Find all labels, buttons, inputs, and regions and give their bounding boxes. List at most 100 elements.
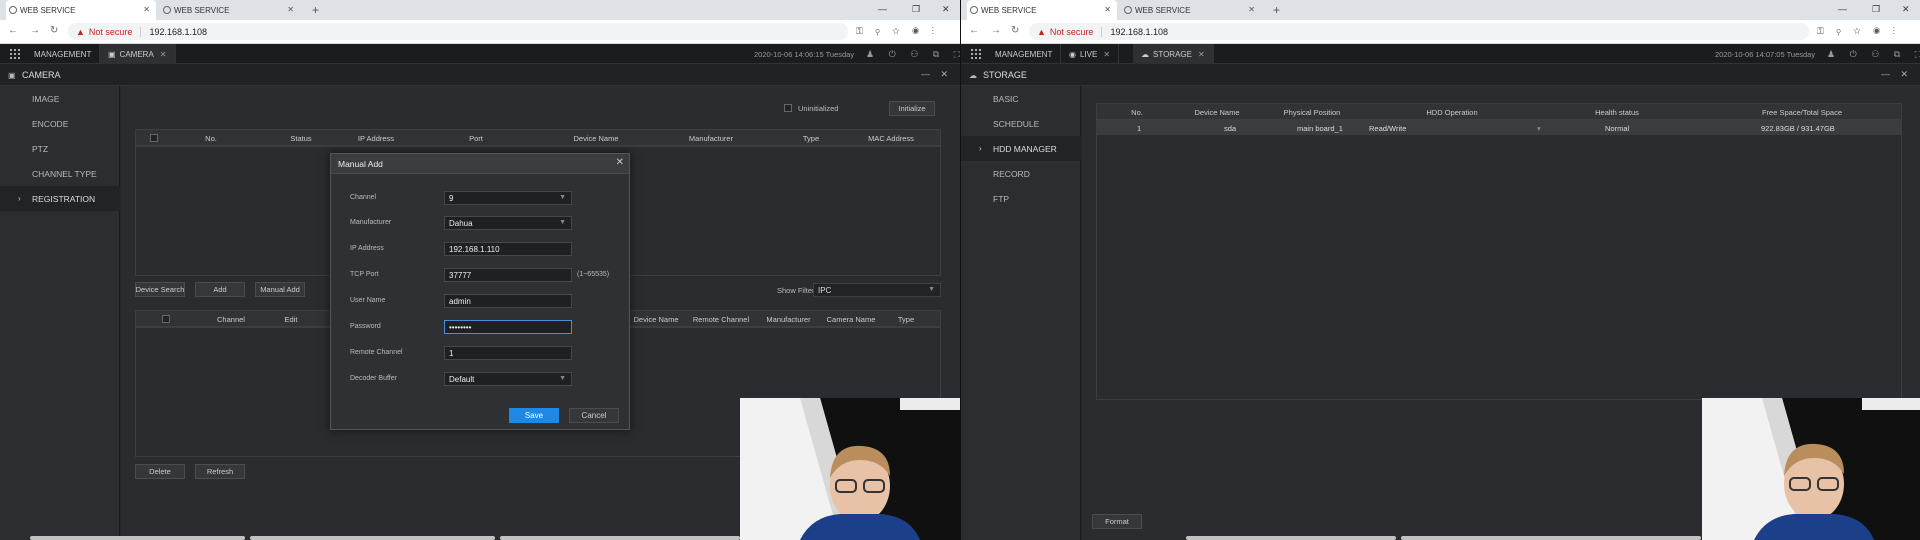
maximize-icon[interactable]: ❐ bbox=[912, 4, 920, 15]
forward-icon[interactable]: → bbox=[991, 25, 1001, 36]
scrollbar-left[interactable] bbox=[1186, 536, 1396, 540]
close-icon[interactable]: ✕ bbox=[1198, 50, 1205, 59]
select-all-checkbox[interactable] bbox=[162, 315, 170, 323]
camera-icon: ▣ bbox=[8, 71, 16, 80]
back-icon[interactable]: ← bbox=[969, 25, 979, 36]
sidebar-item-image[interactable]: IMAGE bbox=[0, 86, 120, 111]
forward-icon[interactable]: → bbox=[30, 25, 40, 36]
channel-select[interactable]: 9 ▼ bbox=[444, 191, 572, 205]
close-window-icon[interactable]: ✕ bbox=[942, 4, 950, 15]
url-field[interactable]: ▲ Not secure 192.168.1.108 bbox=[68, 23, 848, 40]
reload-icon[interactable]: ↻ bbox=[50, 25, 58, 36]
format-button[interactable]: Format bbox=[1092, 514, 1142, 529]
delete-button[interactable]: Delete bbox=[135, 464, 185, 479]
manufacturer-select[interactable]: Dahua ▼ bbox=[444, 216, 572, 230]
tab-management[interactable]: MANAGEMENT bbox=[26, 44, 101, 64]
column-header: Manufacturer bbox=[688, 134, 734, 143]
reload-icon[interactable]: ↻ bbox=[1011, 25, 1019, 36]
url-field[interactable]: ▲ Not secure 192.168.1.108 bbox=[1029, 23, 1809, 40]
uninitialized-checkbox[interactable] bbox=[784, 104, 792, 112]
remote-channel-field[interactable]: 1 bbox=[444, 346, 572, 360]
cancel-button[interactable]: Cancel bbox=[569, 408, 619, 423]
tab-live[interactable]: ◉ LIVE ✕ bbox=[1061, 44, 1120, 64]
divider bbox=[1101, 26, 1103, 37]
back-icon[interactable]: ← bbox=[8, 25, 18, 36]
table-row[interactable]: 1 sda main board_1 Read/Write ▾ Normal 9… bbox=[1097, 121, 1901, 135]
sidebar-item-registration[interactable]: › REGISTRATION bbox=[0, 186, 120, 211]
app-topbar: MANAGEMENT ◉ LIVE ✕ ☁ STORAGE ✕ 2020-10-… bbox=[961, 44, 1920, 64]
toolbar-icons[interactable]: ♟ ⏻ ⚇ ⧉ ⛶ bbox=[1827, 49, 1920, 60]
ip-address-label: IP Address bbox=[350, 245, 384, 252]
sidebar-item-record[interactable]: RECORD bbox=[961, 161, 1081, 186]
sidebar-item-ftp[interactable]: FTP bbox=[961, 186, 1081, 211]
show-filter-select[interactable]: IPC ▼ bbox=[813, 283, 941, 297]
tab-management[interactable]: MANAGEMENT bbox=[987, 44, 1062, 64]
tab-camera[interactable]: ▣ CAMERA ✕ bbox=[100, 44, 176, 64]
dialog-title: Manual Add bbox=[338, 158, 383, 169]
decoder-buffer-label: Decoder Buffer bbox=[350, 375, 397, 382]
cell-hdd-operation[interactable]: Read/Write bbox=[1369, 124, 1406, 133]
scrollbar-left[interactable] bbox=[30, 536, 245, 540]
close-icon[interactable]: ✕ bbox=[1103, 50, 1110, 59]
user-name-field[interactable]: admin bbox=[444, 294, 572, 308]
button-label: Device Search bbox=[135, 285, 185, 294]
sidebar-item-channel-type[interactable]: CHANNEL TYPE bbox=[0, 161, 120, 186]
dialog-titlebar: Manual Add ✕ bbox=[331, 154, 629, 174]
close-icon[interactable]: ✕ bbox=[143, 5, 150, 14]
minimize-icon[interactable]: — bbox=[1838, 4, 1847, 14]
device-search-table-header: No. Status IP Address Port Device Name M… bbox=[135, 129, 941, 146]
sidebar: BASIC SCHEDULE › HDD MANAGER RECORD FTP bbox=[961, 86, 1081, 540]
ip-address-field[interactable]: 192.168.1.110 bbox=[444, 242, 572, 256]
browser-tab-1[interactable]: WEB SERVICE ✕ bbox=[967, 0, 1117, 20]
close-window-icon[interactable]: ✕ bbox=[1902, 4, 1910, 15]
scrollbar-middle[interactable] bbox=[250, 536, 495, 540]
column-header: Type bbox=[897, 315, 915, 324]
decoder-buffer-select[interactable]: Default ▼ bbox=[444, 372, 572, 386]
close-icon[interactable]: ✕ bbox=[1248, 5, 1255, 14]
browser-tab-2[interactable]: WEB SERVICE ✕ bbox=[160, 0, 300, 20]
sidebar-item-ptz[interactable]: PTZ bbox=[0, 136, 120, 161]
scrollbar-right[interactable] bbox=[1401, 536, 1701, 540]
sidebar-item-schedule[interactable]: SCHEDULE bbox=[961, 111, 1081, 136]
column-header: Type bbox=[802, 134, 820, 143]
hdd-table-body: 1 sda main board_1 Read/Write ▾ Normal 9… bbox=[1096, 120, 1902, 400]
window-controls[interactable]: — ✕ bbox=[1881, 69, 1912, 80]
browser-action-icons[interactable]: ⚿ ⚲ ☆ ◉ ⋮ bbox=[1817, 26, 1900, 37]
manual-add-button[interactable]: Manual Add bbox=[255, 282, 305, 297]
add-button[interactable]: Add bbox=[195, 282, 245, 297]
close-icon[interactable]: ✕ bbox=[287, 5, 294, 14]
browser-tab-1[interactable]: WEB SERVICE ✕ bbox=[6, 0, 156, 20]
refresh-button[interactable]: Refresh bbox=[195, 464, 245, 479]
minimize-icon[interactable]: — bbox=[878, 4, 887, 14]
address-bar: ← → ↻ ▲ Not secure 192.168.1.108 ⚿ ⚲ ☆ ◉… bbox=[0, 20, 960, 44]
new-tab-icon[interactable]: + bbox=[1273, 3, 1280, 17]
cell-health-status: Normal bbox=[1605, 124, 1630, 133]
scrollbar-right[interactable] bbox=[500, 536, 740, 540]
sidebar-item-encode[interactable]: ENCODE bbox=[0, 111, 120, 136]
tab-title: WEB SERVICE bbox=[20, 5, 76, 15]
field-value: 192.168.1.110 bbox=[449, 244, 500, 254]
sidebar-item-basic[interactable]: BASIC bbox=[961, 86, 1081, 111]
field-value: 37777 bbox=[449, 270, 472, 280]
maximize-icon[interactable]: ❐ bbox=[1872, 4, 1880, 15]
select-all-checkbox[interactable] bbox=[150, 134, 158, 142]
tab-storage[interactable]: ☁ STORAGE ✕ bbox=[1133, 44, 1214, 64]
device-search-button[interactable]: Device Search bbox=[135, 282, 185, 297]
close-icon[interactable]: ✕ bbox=[616, 157, 624, 168]
chevron-right-icon: › bbox=[18, 194, 21, 203]
sidebar-item-hdd-manager[interactable]: › HDD MANAGER bbox=[961, 136, 1081, 161]
menu-grid-icon[interactable] bbox=[10, 49, 20, 59]
initialize-button[interactable]: Initialize bbox=[889, 101, 935, 116]
tcp-port-field[interactable]: 37777 bbox=[444, 268, 572, 282]
column-header: Free Space/Total Space bbox=[1761, 108, 1843, 117]
password-field[interactable]: •••••••• bbox=[444, 320, 572, 334]
window-controls[interactable]: — ✕ bbox=[921, 69, 952, 80]
toolbar-icons[interactable]: ♟ ⏻ ⚇ ⧉ ⛶ bbox=[866, 49, 960, 60]
browser-action-icons[interactable]: ⚿ ⚲ ☆ ◉ ⋮ bbox=[856, 26, 939, 37]
close-icon[interactable]: ✕ bbox=[160, 50, 167, 59]
browser-tab-2[interactable]: WEB SERVICE ✕ bbox=[1121, 0, 1261, 20]
menu-grid-icon[interactable] bbox=[971, 49, 981, 59]
close-icon[interactable]: ✕ bbox=[1104, 5, 1111, 14]
new-tab-icon[interactable]: + bbox=[312, 3, 319, 17]
save-button[interactable]: Save bbox=[509, 408, 559, 423]
